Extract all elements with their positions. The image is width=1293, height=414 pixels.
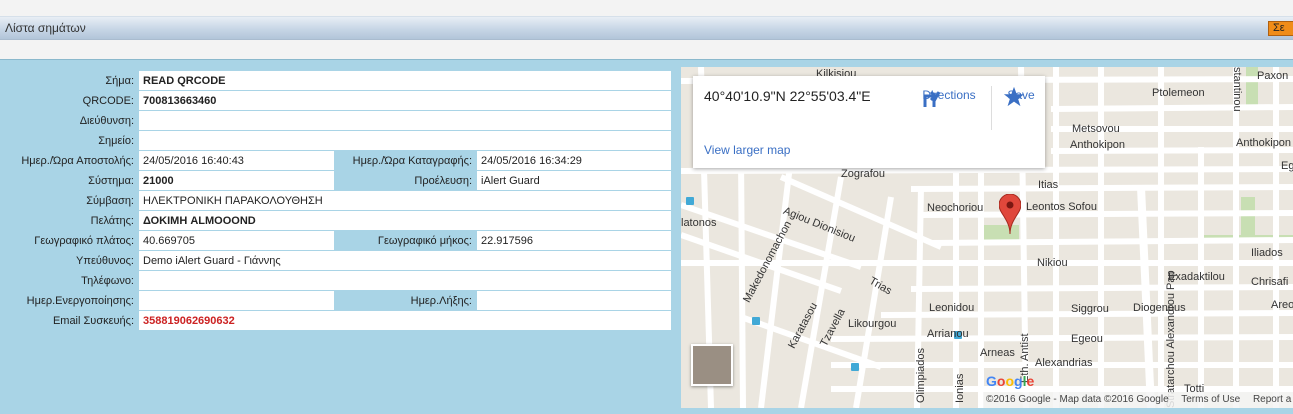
window-title: Λίστα σημάτων (5, 21, 86, 35)
street-label: Nikiou (1037, 257, 1068, 269)
street-label: Likourgou (848, 318, 897, 330)
map-info-card: 40°40'10.9"N 22°55'03.4"E Directions Sav… (693, 76, 1045, 168)
street-label: Stratarchou Alexandrou Pap (1165, 270, 1177, 408)
field-value: 358819062690632 (137, 310, 673, 331)
directions-icon (923, 90, 941, 107)
field-value: 40.669705 (138, 230, 335, 251)
field-label: Πελάτης: (4, 210, 139, 231)
street-label: Ptolemeon (1152, 87, 1205, 99)
details-row: Ημερ./Ώρα Αποστολής: 24/05/2016 16:40:43 Η… (4, 150, 673, 171)
street-label: Alexandrias (1035, 357, 1093, 369)
corner-button[interactable]: Σε (1268, 21, 1293, 36)
details-row: Σύμβαση: ΗΛΕΚΤΡΟΝΙΚΗ ΠΑΡΑΚΟΛΟΥΘΗΣΗ (4, 190, 673, 211)
field-label: Υπεύθυνος: (4, 250, 139, 271)
field-label: Ημερ.Λήξης: (334, 290, 477, 311)
view-larger-map-link[interactable]: View larger map (704, 143, 790, 157)
details-row: Σήμα: READ QRCODE (4, 70, 673, 91)
field-value (137, 270, 673, 291)
field-label: Σημείο: (4, 130, 139, 151)
title-bar: Λίστα σημάτων Σε (0, 16, 1293, 40)
field-label: Email Συσκευής: (4, 310, 139, 331)
save-button[interactable]: Save (1003, 86, 1039, 107)
field-label: Ημερ./Ώρα Αποστολής: (4, 150, 139, 171)
details-row: Ημερ.Ενεργοποίησης: Ημερ.Λήξης: (4, 290, 673, 311)
divider (991, 86, 992, 130)
details-row: Email Συσκευής: 358819062690632 (4, 310, 673, 331)
street-label: Metsovou (1072, 123, 1120, 135)
field-label: Διεύθυνση: (4, 110, 139, 131)
field-value: READ QRCODE (137, 70, 673, 91)
star-icon (1003, 86, 1025, 107)
field-label: Γεωγραφικό μήκος: (334, 230, 477, 251)
street-label: Zografou (841, 168, 886, 180)
field-label: Γεωγραφικό πλάτος: (4, 230, 139, 251)
details-row: Σύστημα: 21000 Προέλευση: iAlert Guard (4, 170, 673, 191)
street-label: Eg (1281, 160, 1293, 172)
field-value (475, 290, 673, 311)
street-label: Egeou (1071, 333, 1103, 345)
details-row: Γεωγραφικό πλάτος: 40.669705 Γεωγραφικό μή… (4, 230, 673, 251)
street-label: Anthokipon (1070, 139, 1126, 151)
street-label: Anthokipon (1236, 137, 1292, 149)
street-label: Olimpiados (915, 347, 927, 403)
street-label: Ionias (954, 373, 966, 403)
field-label: Σύστημα: (4, 170, 139, 191)
street-label: latonos (681, 217, 717, 229)
field-label: QRCODE: (4, 90, 139, 111)
field-value: 24/05/2016 16:34:29 (475, 150, 673, 171)
field-value (137, 130, 673, 151)
street-label: stantinou (1231, 67, 1243, 112)
coordinates-text: 40°40'10.9"N 22°55'03.4"E (704, 88, 871, 104)
details-row: Τηλέφωνο: (4, 270, 673, 291)
details-row: QRCODE: 700813663460 (4, 90, 673, 111)
directions-button[interactable]: Directions (921, 86, 977, 107)
details-row: Σημείο: (4, 130, 673, 151)
field-value: 24/05/2016 16:40:43 (138, 150, 335, 171)
street-label: Diogenous (1133, 302, 1186, 314)
google-logo: Google (986, 373, 1035, 389)
field-value: iAlert Guard (475, 170, 673, 191)
street-label: Areos (1271, 299, 1293, 311)
field-label: Σύμβαση: (4, 190, 139, 211)
field-value: Demo iAlert Guard - Γιάννης (137, 250, 673, 271)
street-label: Iliados (1251, 247, 1283, 259)
field-value (138, 290, 335, 311)
street-label: Leonidou (929, 302, 975, 314)
field-label: Ημερ./Ώρα Καταγραφής: (334, 150, 477, 171)
field-value: 700813663460 (137, 90, 673, 111)
street-label: Arrianou (927, 328, 969, 340)
map-view[interactable]: Kilkisiou stantinou Paxon Ptolemeon Mets… (681, 67, 1293, 408)
street-label: Neochoriou (927, 202, 984, 214)
field-value: ΗΛΕΚΤΡΟΝΙΚΗ ΠΑΡΑΚΟΛΟΥΘΗΣΗ (137, 190, 673, 211)
field-label: Ημερ.Ενεργοποίησης: (4, 290, 139, 311)
field-value: ΔΟΚΙΜΗ ALMOOOND (137, 210, 673, 231)
field-value: 22.917596 (475, 230, 673, 251)
map-copyright: ©2016 Google - Map data ©2016 Google (986, 394, 1169, 405)
field-value (137, 110, 673, 131)
street-label: Arneas (980, 347, 1015, 359)
details-row: Υπεύθυνος: Demo iAlert Guard - Γιάννης (4, 250, 673, 271)
map-footer: ©2016 Google - Map data ©2016 Google Ter… (983, 392, 1293, 408)
street-label: Siggrou (1071, 303, 1109, 315)
field-label: Σήμα: (4, 70, 139, 91)
field-label: Προέλευση: (334, 170, 477, 191)
satellite-thumbnail[interactable] (691, 344, 733, 386)
details-row: Πελάτης: ΔΟΚΙΜΗ ALMOOOND (4, 210, 673, 231)
street-label: Chrisafi (1251, 276, 1289, 288)
details-row: Διεύθυνση: (4, 110, 673, 131)
street-label: Paxon (1257, 70, 1289, 82)
details-table: Σήμα: READ QRCODE QRCODE: 700813663460 Διεύθ… (4, 70, 673, 331)
street-label: Itias (1038, 179, 1059, 191)
report-link[interactable]: Report a map error (1253, 394, 1293, 405)
details-panel: Σήμα: READ QRCODE QRCODE: 700813663460 Διεύθ… (0, 59, 1293, 414)
field-value: 21000 (138, 170, 335, 191)
terms-link[interactable]: Terms of Use (1181, 394, 1240, 405)
street-label: Leontos Sofou (1026, 201, 1097, 213)
field-label: Τηλέφωνο: (4, 270, 139, 291)
